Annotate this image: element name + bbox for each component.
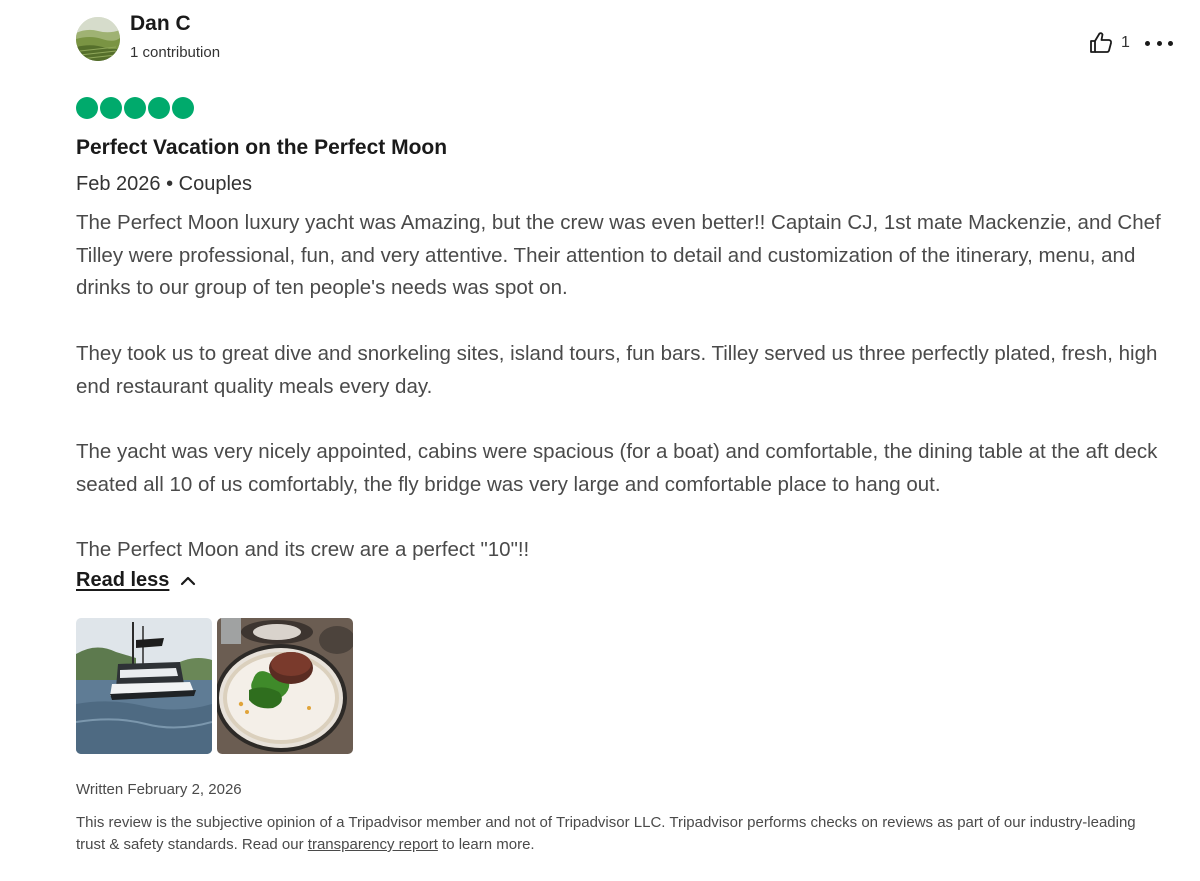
review-photos [76, 618, 353, 754]
review-photo-yacht[interactable] [76, 618, 212, 754]
thumbs-up-icon [1088, 30, 1114, 56]
rating-bubble-icon [100, 97, 122, 119]
review-paragraph: They took us to great dive and snorkelin… [76, 341, 1158, 398]
review-title[interactable]: Perfect Vacation on the Perfect Moon [76, 136, 447, 160]
helpful-count: 1 [1121, 34, 1130, 51]
disclaimer-text-end: to learn more. [437, 836, 535, 853]
written-date: Written February 2, 2026 [76, 781, 242, 798]
review-paragraph: The Perfect Moon and its crew are a perf… [76, 537, 530, 561]
transparency-report-link[interactable]: transparency report [308, 836, 438, 853]
trip-date: Feb 2026 [76, 173, 161, 195]
disclaimer-text: This review is the subjective opinion of… [76, 814, 1136, 853]
more-dots-icon [1145, 40, 1150, 46]
avatar[interactable] [76, 17, 120, 61]
read-less-label: Read less [76, 569, 170, 591]
review-photo-meal[interactable] [217, 618, 353, 754]
review-body: The Perfect Moon luxury yacht was Amazin… [76, 207, 1166, 567]
review-paragraph: The Perfect Moon luxury yacht was Amazin… [76, 211, 1161, 300]
rating-bubble-icon [148, 97, 170, 119]
author-name[interactable]: Dan C [130, 12, 191, 36]
rating-bubble-icon [124, 97, 146, 119]
review-card: Dan C 1 contribution 1 Perfect Vacation … [76, 0, 1173, 881]
rating-bubble-icon [76, 97, 98, 119]
more-options-button[interactable] [1145, 31, 1173, 55]
rating-bubbles [76, 97, 194, 119]
review-meta: Feb 2026 • Couples [76, 173, 252, 196]
chevron-up-icon [179, 572, 197, 590]
meta-separator: • [160, 173, 179, 195]
read-less-button[interactable]: Read less [76, 569, 197, 592]
rating-bubble-icon [172, 97, 194, 119]
helpful-vote-button[interactable]: 1 [1088, 30, 1130, 56]
author-contributions: 1 contribution [130, 44, 221, 61]
trip-type: Couples [178, 173, 253, 195]
disclaimer: This review is the subjective opinion of… [76, 812, 1166, 856]
review-paragraph: The yacht was very nicely appointed, cab… [76, 439, 1158, 496]
